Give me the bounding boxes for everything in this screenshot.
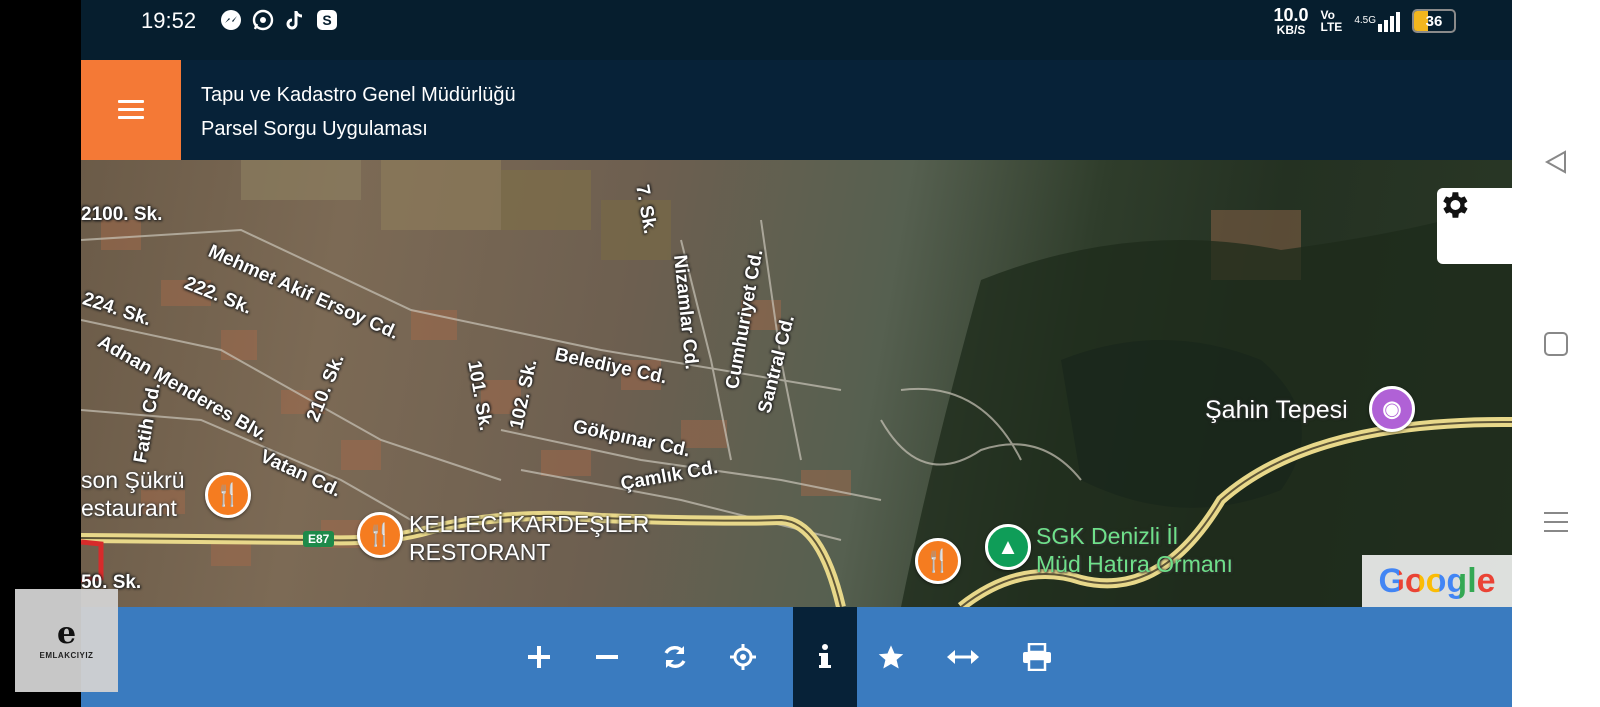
zoom-in-button[interactable] xyxy=(507,607,571,707)
back-button[interactable] xyxy=(1534,140,1578,184)
battery-icon: 36 xyxy=(1412,9,1456,33)
poi-label: Şahin Tepesi xyxy=(1205,396,1348,424)
arrows-horizontal-icon xyxy=(947,650,979,664)
info-button[interactable] xyxy=(793,607,857,707)
zoom-out-button[interactable] xyxy=(575,607,639,707)
system-nav-bar xyxy=(1512,0,1600,707)
settings-button[interactable] xyxy=(1437,188,1512,264)
camera-pin-icon[interactable]: ◉ xyxy=(1369,386,1415,432)
satellite-map[interactable]: 2100. Sk. Mehmet Akif Ersoy Cd. 222. Sk.… xyxy=(81,160,1512,607)
status-right: 10.0 KB/S Vo LTE 4.5G 36 xyxy=(1273,6,1456,36)
crosshair-icon xyxy=(730,644,756,670)
menu-lines-icon xyxy=(1544,512,1568,532)
signal-icon: 4.5G xyxy=(1354,10,1400,32)
restaurant-pin-icon[interactable]: 🍴 xyxy=(915,538,961,584)
messenger-icon xyxy=(219,8,243,32)
watermark-logo: e EMLAKCIYIZ xyxy=(15,589,118,692)
back-triangle-icon xyxy=(1544,150,1566,174)
info-icon xyxy=(819,644,831,668)
app-screen: 19:52 S 10.0 KB/S Vo LTE 4.5G 36 Tapu ve… xyxy=(81,0,1512,707)
map-terrain xyxy=(81,160,1512,607)
google-logo: Google xyxy=(1362,555,1512,607)
net-speed: 10.0 KB/S xyxy=(1273,5,1309,37)
volte-indicator: Vo LTE xyxy=(1320,8,1343,34)
locate-button[interactable] xyxy=(711,607,775,707)
poi-label: SGK Denizli İl Müd Hatıra Ormanı xyxy=(1036,523,1233,577)
status-bar: 19:52 S 10.0 KB/S Vo LTE 4.5G 36 xyxy=(81,0,1512,60)
plus-icon xyxy=(528,646,550,668)
app-title: Tapu ve Kadastro Genel Müdürlüğü Parsel … xyxy=(201,78,516,146)
restaurant-pin-icon[interactable]: 🍴 xyxy=(357,512,403,558)
home-square-icon xyxy=(1544,332,1568,356)
app-title-line1: Tapu ve Kadastro Genel Müdürlüğü xyxy=(201,84,516,106)
whatsapp-icon xyxy=(251,8,275,32)
home-button[interactable] xyxy=(1534,322,1578,366)
refresh-button[interactable] xyxy=(643,607,707,707)
app-title-line2: Parsel Sorgu Uygulaması xyxy=(201,118,428,140)
refresh-icon xyxy=(664,646,686,668)
recents-button[interactable] xyxy=(1534,500,1578,544)
skype-icon: S xyxy=(315,8,339,32)
star-icon xyxy=(878,645,904,669)
favorite-button[interactable] xyxy=(859,607,923,707)
notification-icons: S xyxy=(219,8,339,32)
print-icon xyxy=(1023,643,1051,671)
measure-button[interactable] xyxy=(931,607,995,707)
restaurant-pin-icon[interactable]: 🍴 xyxy=(205,472,251,518)
park-pin-icon[interactable]: ▲ xyxy=(985,524,1031,570)
street-label: 2100. Sk. xyxy=(81,204,163,225)
gear-icon xyxy=(1443,192,1468,218)
app-header: Tapu ve Kadastro Genel Müdürlüğü Parsel … xyxy=(81,60,1512,160)
road-badge: E87 xyxy=(303,531,335,547)
svg-text:S: S xyxy=(322,12,331,28)
poi-label: son Şükrü estaurant xyxy=(81,467,185,521)
print-button[interactable] xyxy=(1005,607,1069,707)
bottom-toolbar xyxy=(81,607,1512,707)
menu-button[interactable] xyxy=(81,60,181,160)
hamburger-icon xyxy=(118,100,144,120)
tiktok-icon xyxy=(283,8,307,32)
minus-icon xyxy=(596,655,618,659)
poi-label: KELLECİ KARDEŞLER RESTORANT xyxy=(409,511,650,565)
status-time: 19:52 xyxy=(141,8,197,33)
